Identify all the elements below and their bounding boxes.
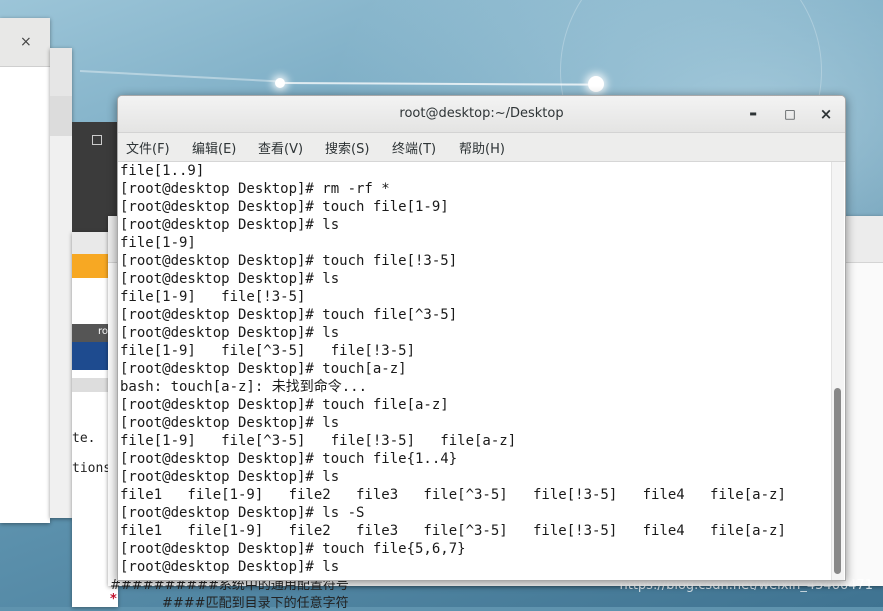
terminal-line: file1 file[1-9] file2 file3 file[^3-5] f…	[120, 487, 786, 503]
terminal-line: [root@desktop Desktop]# touch file[a-z]	[120, 397, 449, 413]
menu-file[interactable]: 文件(F)	[124, 138, 172, 157]
editor-text-snippet: te.	[72, 431, 96, 446]
terminal-line: file[1-9]	[120, 235, 196, 251]
editor-tab-label[interactable]: ro	[98, 326, 108, 337]
editor-text-snippet: tions	[72, 461, 112, 476]
terminal-line: file[1-9] file[^3-5] file[!3-5] file[a-z…	[120, 433, 517, 449]
terminal-line: file[1-9] file[^3-5] file[!3-5]	[120, 343, 416, 359]
terminal-window[interactable]: root@desktop:~/Desktop ▬ □ × 文件(F) 编辑(E)…	[117, 95, 846, 581]
terminal-titlebar[interactable]: root@desktop:~/Desktop ▬ □ ×	[118, 96, 845, 133]
terminal-line: [root@desktop Desktop]# touch file{5,6,7…	[120, 541, 466, 557]
terminal-line: [root@desktop Desktop]# touch[a-z]	[120, 361, 407, 377]
terminal-line: [root@desktop Desktop]# ls	[120, 469, 340, 485]
terminal-line: file1 file[1-9] file2 file3 file[^3-5] f…	[120, 523, 786, 539]
terminal-line: [root@desktop Desktop]# ls	[120, 217, 340, 233]
menu-view[interactable]: 查看(V)	[256, 138, 305, 157]
background-panel-bar	[50, 96, 72, 136]
terminal-screen[interactable]: file[1..9] [root@desktop Desktop]# rm -rf…	[120, 162, 830, 578]
terminal-line: [root@desktop Desktop]# ls	[120, 325, 340, 341]
terminal-line: [root@desktop Desktop]# touch file{1..4}	[120, 451, 458, 467]
terminal-line: [root@desktop Desktop]# touch file[1-9]	[120, 199, 449, 215]
terminal-line: bash: touch[a-z]: 未找到命令...	[120, 379, 368, 395]
terminal-line: file[1..9]	[120, 163, 205, 179]
background-panel	[50, 48, 72, 518]
terminal-line: file[1-9] file[!3-5]	[120, 289, 306, 305]
terminal-scrollbar-thumb[interactable]	[834, 388, 841, 574]
menu-help[interactable]: 帮助(H)	[457, 138, 507, 157]
terminal-line: [root@desktop Desktop]# touch file[!3-5]	[120, 253, 458, 269]
wallpaper-light-dot	[588, 76, 604, 92]
menu-terminal[interactable]: 终端(T)	[390, 138, 438, 157]
background-dialog: ×	[0, 18, 50, 523]
terminal-line: [root@desktop Desktop]# ls	[120, 415, 340, 431]
wallpaper-light-dot	[275, 78, 285, 88]
terminal-line: [root@desktop Desktop]# ls	[120, 559, 340, 575]
close-icon[interactable]: ×	[20, 34, 32, 50]
menu-edit[interactable]: 编辑(E)	[190, 138, 238, 157]
background-panel-top	[50, 48, 72, 96]
background-dark-window-icon	[92, 135, 102, 145]
maximize-button[interactable]: □	[782, 106, 798, 122]
editor-star: *	[110, 592, 117, 607]
terminal-line: [root@desktop Desktop]# rm -rf *	[120, 181, 390, 197]
terminal-menubar: 文件(F) 编辑(E) 查看(V) 搜索(S) 终端(T) 帮助(H)	[118, 133, 845, 162]
terminal-line: [root@desktop Desktop]# ls	[120, 271, 340, 287]
menu-search[interactable]: 搜索(S)	[323, 138, 371, 157]
terminal-line: [root@desktop Desktop]# touch file[^3-5]	[120, 307, 458, 323]
editor-star-comment: ####匹配到目录下的任意字符	[162, 596, 349, 611]
minimize-button[interactable]: ▬	[745, 106, 761, 122]
terminal-line: [root@desktop Desktop]# ls -S	[120, 505, 365, 521]
close-button[interactable]: ×	[818, 106, 834, 122]
terminal-title: root@desktop:~/Desktop	[399, 106, 564, 121]
